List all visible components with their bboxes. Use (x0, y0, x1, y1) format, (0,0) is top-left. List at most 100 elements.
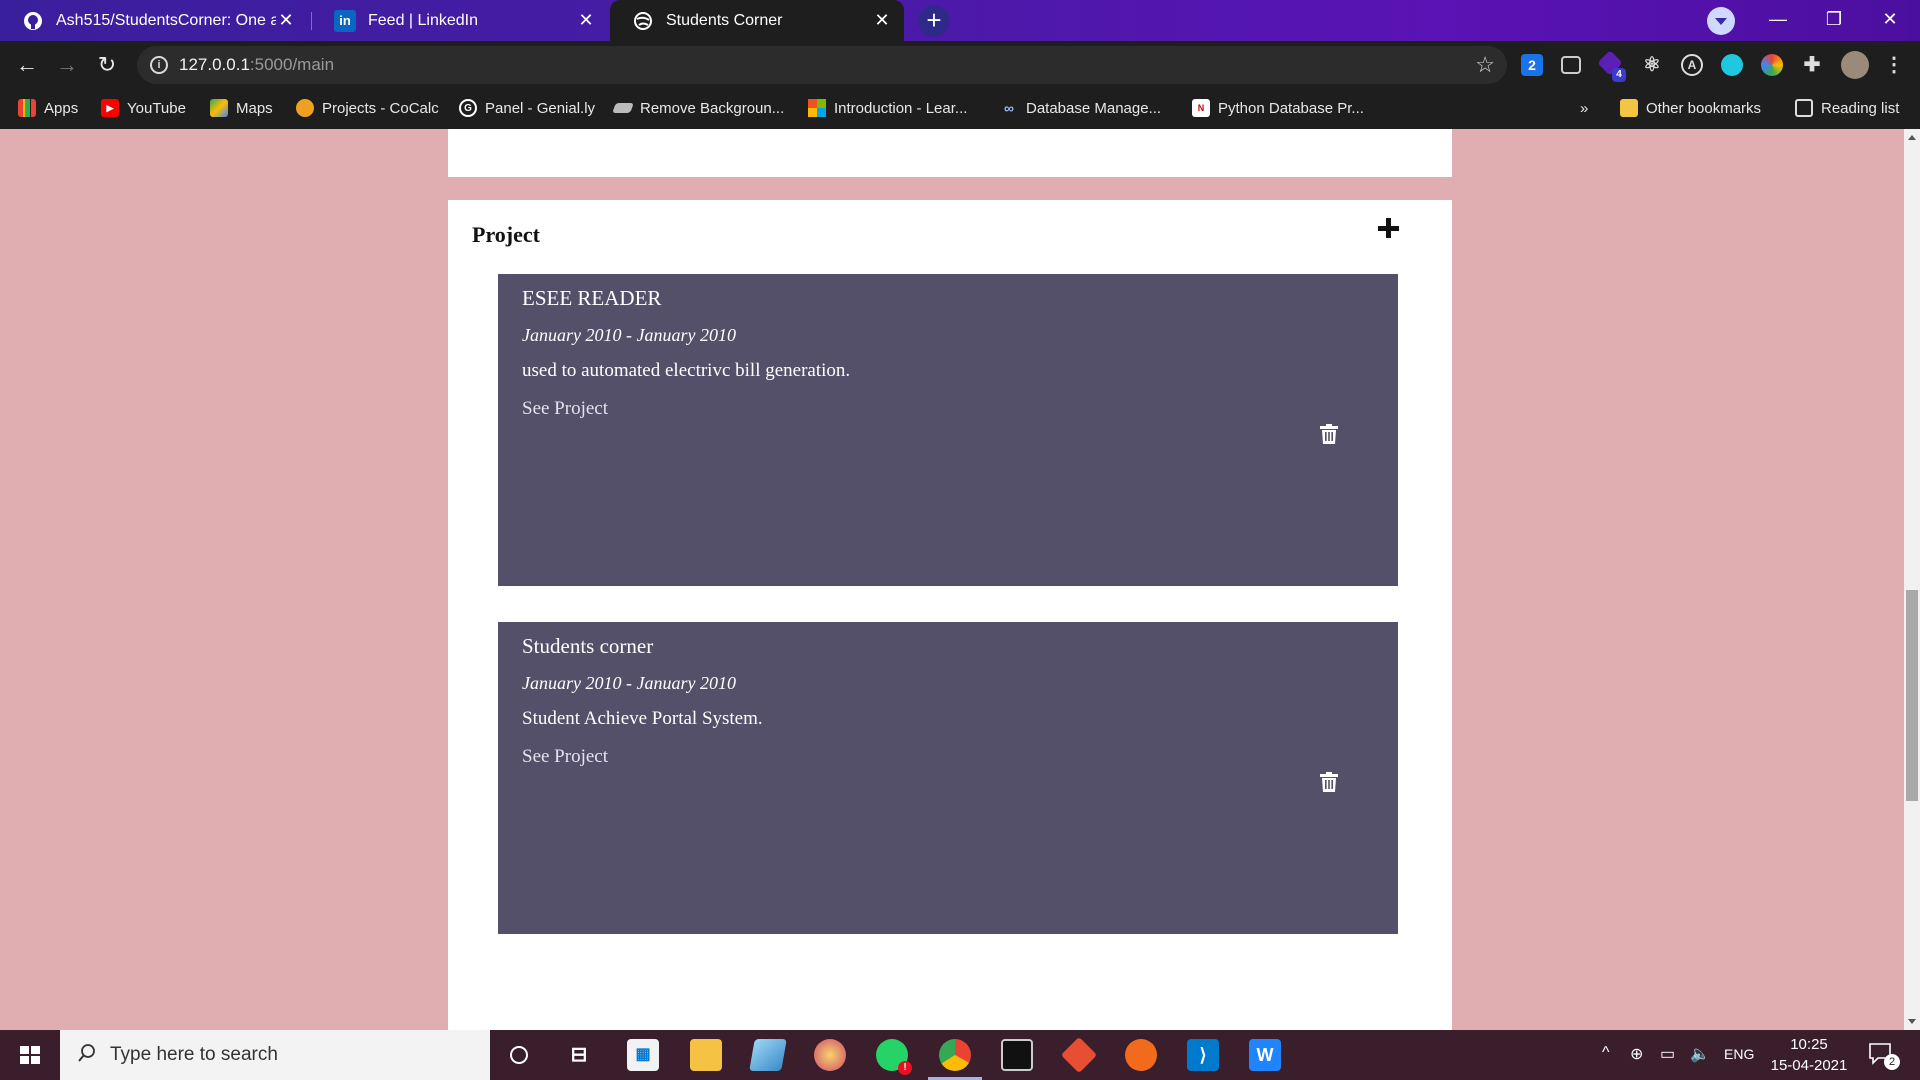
chrome-taskbar-icon[interactable] (939, 1039, 971, 1071)
tab-search-dropdown-icon[interactable] (1707, 7, 1735, 35)
bookmark-other[interactable]: Other bookmarks (1620, 97, 1761, 119)
task-view-icon[interactable]: ⊟ (563, 1039, 595, 1071)
react-devtools-icon[interactable]: ⚛ (1641, 54, 1663, 76)
extension-cyan-icon[interactable] (1721, 54, 1743, 76)
extension-badge-icon[interactable]: 2 (1521, 54, 1543, 76)
extension-count-badge: 4 (1612, 68, 1626, 82)
extension-color-icon[interactable] (1761, 54, 1783, 76)
bookmarks-bar: Apps ▶ YouTube Maps Projects - CoCalc G … (0, 88, 1920, 129)
url-text[interactable]: 127.0.0.1:5000/main (179, 55, 334, 75)
cortana-icon[interactable] (503, 1039, 535, 1071)
windows-taskbar: Type here to search ⊟ ▦ ! ⟩ W ^ ⊕ ▭ 🔈 EN… (0, 1030, 1920, 1080)
previous-section-card (448, 129, 1452, 177)
extension-card-icon[interactable] (1561, 56, 1581, 74)
new-tab-button[interactable]: + (918, 5, 950, 37)
clock-time: 10:25 (1790, 1036, 1828, 1053)
tab-title: Ash515/StudentsCorner: One app (56, 11, 276, 29)
reload-icon[interactable]: ↻ (92, 50, 122, 80)
add-project-plus-icon[interactable] (1376, 216, 1402, 242)
tab-linkedin[interactable]: in Feed | LinkedIn ✕ (312, 0, 608, 41)
reading-list[interactable]: Reading list (1795, 97, 1899, 119)
word-icon[interactable]: W (1249, 1039, 1281, 1071)
trash-icon[interactable] (1320, 772, 1338, 792)
forward-arrow-icon[interactable]: → (52, 50, 82, 80)
search-icon (78, 1044, 95, 1062)
folder-icon (1620, 99, 1638, 117)
minimize-icon[interactable]: — (1750, 0, 1806, 41)
globe-icon (632, 10, 654, 32)
vscode-icon[interactable]: ⟩ (1187, 1039, 1219, 1071)
project-name: ESEE READER (522, 286, 662, 310)
notification-center-icon[interactable]: 2 (1868, 1042, 1900, 1070)
paint-icon[interactable] (814, 1039, 846, 1071)
taskbar-clock[interactable]: 10:25 15-04-2021 (1766, 1034, 1852, 1076)
see-project-link[interactable]: See Project (522, 398, 608, 420)
project-section: Project ESEE READER January 2010 - Janua… (448, 200, 1452, 1030)
bookmark-introduction[interactable]: Introduction - Lear... (808, 97, 967, 119)
windows-logo-icon (20, 1046, 40, 1064)
show-hidden-icons-icon[interactable]: ^ (1602, 1044, 1610, 1062)
browser-tab-strip: Ash515/StudentsCorner: One app ✕ in Feed… (0, 0, 1920, 41)
network-globe-icon[interactable]: ⊕ (1630, 1044, 1643, 1064)
tab-title: Students Corner (666, 11, 783, 29)
youtube-icon: ▶ (101, 99, 119, 117)
search-placeholder: Type here to search (110, 1044, 278, 1065)
scroll-down-arrow-icon[interactable] (1908, 1019, 1916, 1024)
battery-icon[interactable]: ▭ (1660, 1044, 1675, 1064)
close-tab-icon[interactable]: ✕ (576, 10, 596, 30)
bookmark-cocalc[interactable]: Projects - CoCalc (296, 97, 439, 119)
volume-icon[interactable]: 🔈 (1690, 1044, 1710, 1064)
microsoft-store-icon[interactable]: ▦ (627, 1039, 659, 1071)
trash-icon[interactable] (1320, 424, 1338, 444)
scrollbar-thumb[interactable] (1906, 590, 1918, 801)
close-tab-icon[interactable]: ✕ (276, 10, 296, 30)
address-bar[interactable]: i 127.0.0.1:5000/main ☆ (137, 46, 1507, 84)
site-info-icon[interactable]: i (150, 56, 168, 74)
app-blue-icon[interactable] (749, 1039, 787, 1071)
see-project-link[interactable]: See Project (522, 746, 608, 768)
bookmark-python-database[interactable]: N Python Database Pr... (1192, 97, 1364, 119)
close-tab-icon[interactable]: ✕ (872, 10, 892, 30)
git-icon[interactable] (1060, 1036, 1098, 1074)
postman-icon[interactable] (1125, 1039, 1157, 1071)
bookmark-star-icon[interactable]: ☆ (1475, 52, 1495, 78)
removebg-icon (612, 103, 634, 113)
bookmark-database-manage[interactable]: ∞ Database Manage... (1000, 97, 1161, 119)
terminal-icon[interactable] (1001, 1039, 1033, 1071)
whatsapp-icon[interactable]: ! (876, 1039, 912, 1075)
taskbar-search-box[interactable]: Type here to search (60, 1030, 490, 1080)
back-arrow-icon[interactable]: ← (12, 50, 42, 80)
file-explorer-icon[interactable] (690, 1039, 722, 1071)
bookmark-apps[interactable]: Apps (18, 97, 78, 119)
profile-avatar[interactable] (1841, 51, 1869, 79)
bookmark-maps[interactable]: Maps (210, 97, 273, 119)
language-indicator[interactable]: ENG (1724, 1046, 1754, 1062)
close-window-icon[interactable]: ✕ (1862, 0, 1918, 41)
maps-icon (210, 99, 228, 117)
project-name: Students corner (522, 634, 654, 658)
browser-toolbar: ← → ↻ i 127.0.0.1:5000/main ☆ 2 4 ⚛ A ✚ … (0, 41, 1920, 88)
tab-title: Feed | LinkedIn (368, 11, 479, 29)
section-title: Project (472, 222, 540, 247)
link-icon: ∞ (1004, 100, 1014, 116)
start-button[interactable] (0, 1030, 60, 1080)
scroll-up-arrow-icon[interactable] (1908, 135, 1916, 140)
project-dates: January 2010 - January 2010 (522, 325, 736, 345)
chrome-menu-icon[interactable]: ⋮ (1883, 54, 1905, 76)
notification-count-badge: 2 (1884, 1054, 1900, 1070)
bookmarks-overflow-icon[interactable]: » (1580, 97, 1588, 119)
clock-date: 15-04-2021 (1770, 1057, 1848, 1074)
tab-github[interactable]: Ash515/StudentsCorner: One app ✕ (0, 0, 308, 41)
page-scrollbar[interactable] (1904, 129, 1920, 1030)
cocalc-icon (296, 99, 314, 117)
extension-a-icon[interactable]: A (1681, 54, 1703, 76)
bookmark-genially[interactable]: G Panel - Genial.ly (459, 97, 595, 119)
github-icon (22, 10, 44, 32)
restore-icon[interactable]: ❐ (1806, 0, 1862, 41)
bookmark-youtube[interactable]: ▶ YouTube (101, 97, 186, 119)
extensions-puzzle-icon[interactable]: ✚ (1801, 54, 1823, 76)
page-viewport: Project ESEE READER January 2010 - Janua… (0, 129, 1904, 1030)
tab-students-corner[interactable]: Students Corner ✕ (610, 0, 904, 41)
bookmark-remove-bg[interactable]: Remove Backgroun... (612, 97, 784, 119)
project-description: Student Achieve Portal System. (522, 708, 763, 729)
